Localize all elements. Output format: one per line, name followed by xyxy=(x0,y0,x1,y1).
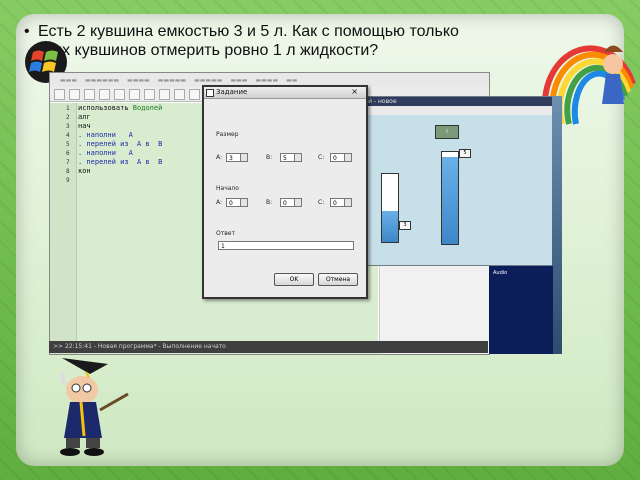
audio-panel: Audio xyxy=(489,266,553,354)
indicator-badge: I xyxy=(435,125,459,139)
line-number: 2 xyxy=(66,114,70,121)
start-a-label: A: xyxy=(216,199,223,206)
start-c-label: C: xyxy=(318,199,325,206)
size-a-label: A: xyxy=(216,154,223,161)
size-c-label: C: xyxy=(318,154,325,161)
line-number-gutter: 1 2 3 4 5 6 7 8 9 xyxy=(50,103,77,354)
start-section-label: Начало xyxy=(216,185,239,192)
line-number: 4 xyxy=(66,132,70,139)
task-dialog: Задание × Размер A: 3 B: 5 C: 0 Начало A… xyxy=(202,85,368,299)
start-b-spinbox[interactable]: 0 xyxy=(280,198,302,207)
task-text-line2: этих кувшинов отмерить ровно 1 л жидкост… xyxy=(38,42,379,59)
code-line: нач xyxy=(78,122,91,130)
copy-icon[interactable] xyxy=(144,88,155,100)
line-number: 1 xyxy=(66,105,70,112)
audio-panel-label: Audio xyxy=(493,270,508,276)
answer-spinbox[interactable]: 1 xyxy=(218,241,354,250)
jug-simulator-window: Водолей - новое I 3 5 xyxy=(340,96,554,266)
slide-background: • Есть 2 кувшина емкостью 3 и 5 л. Как с … xyxy=(0,0,640,480)
run-icon[interactable] xyxy=(174,88,185,100)
code-line: . наполни А xyxy=(78,131,133,139)
dialog-title: Задание xyxy=(216,88,248,96)
answer-label: Ответ xyxy=(216,230,235,237)
start-b-label: B: xyxy=(266,199,273,206)
cancel-button[interactable]: Отмена xyxy=(318,273,358,286)
code-keyword: Водолей xyxy=(132,104,163,112)
cut-icon[interactable] xyxy=(129,88,140,100)
professor-clipart-icon xyxy=(60,358,129,456)
jug-a xyxy=(381,173,399,243)
jug-window-title: Водолей - новое xyxy=(341,97,553,106)
jug-b xyxy=(441,151,459,245)
code-line: использовать Водолей xyxy=(78,104,162,112)
jug-a-water xyxy=(382,211,398,242)
code-line: . наполни А xyxy=(78,149,133,157)
line-number: 5 xyxy=(66,141,70,148)
line-number: 9 xyxy=(66,177,70,184)
start-a-spinbox[interactable]: 0 xyxy=(226,198,248,207)
close-icon[interactable]: × xyxy=(351,87,358,96)
dialog-app-icon xyxy=(206,89,214,97)
status-bar: >> 22:15:41 - Новая программа* - Выполне… xyxy=(49,341,488,353)
bullet-marker: • xyxy=(24,23,30,40)
size-section-label: Размер xyxy=(216,131,239,138)
size-b-label: B: xyxy=(266,154,273,161)
undo-icon[interactable] xyxy=(99,88,110,100)
jug-area: I 3 5 xyxy=(341,115,553,265)
line-number: 7 xyxy=(66,159,70,166)
line-number: 6 xyxy=(66,150,70,157)
save-file-icon[interactable] xyxy=(84,88,95,100)
line-number: 8 xyxy=(66,168,70,175)
code-line: . перелей из А в В xyxy=(78,158,163,166)
paste-icon[interactable] xyxy=(159,88,170,100)
ok-button[interactable]: OK xyxy=(274,273,314,286)
size-c-spinbox[interactable]: 0 xyxy=(330,153,352,162)
size-b-spinbox[interactable]: 5 xyxy=(280,153,302,162)
open-file-icon[interactable] xyxy=(69,88,80,100)
jug-b-water xyxy=(442,156,458,244)
size-a-spinbox[interactable]: 3 xyxy=(226,153,248,162)
background-window-strip xyxy=(552,96,562,354)
task-text-line1: Есть 2 кувшина емкостью 3 и 5 л. Как с п… xyxy=(38,23,459,40)
dialog-titlebar[interactable]: Задание × xyxy=(204,87,366,99)
line-number: 3 xyxy=(66,123,70,130)
code-text: использовать xyxy=(78,104,133,112)
step-icon[interactable] xyxy=(189,88,200,100)
code-line: . перелей из А в В xyxy=(78,140,163,148)
jug-b-label: 5 xyxy=(459,149,471,158)
code-line: кон xyxy=(78,167,91,175)
redo-icon[interactable] xyxy=(114,88,125,100)
jug-a-label: 3 xyxy=(399,221,411,230)
new-file-icon[interactable] xyxy=(54,88,65,100)
code-line: алг xyxy=(78,113,91,121)
start-c-spinbox[interactable]: 0 xyxy=(330,198,352,207)
task-text: • Есть 2 кувшина емкостью 3 и 5 л. Как с … xyxy=(24,22,604,60)
